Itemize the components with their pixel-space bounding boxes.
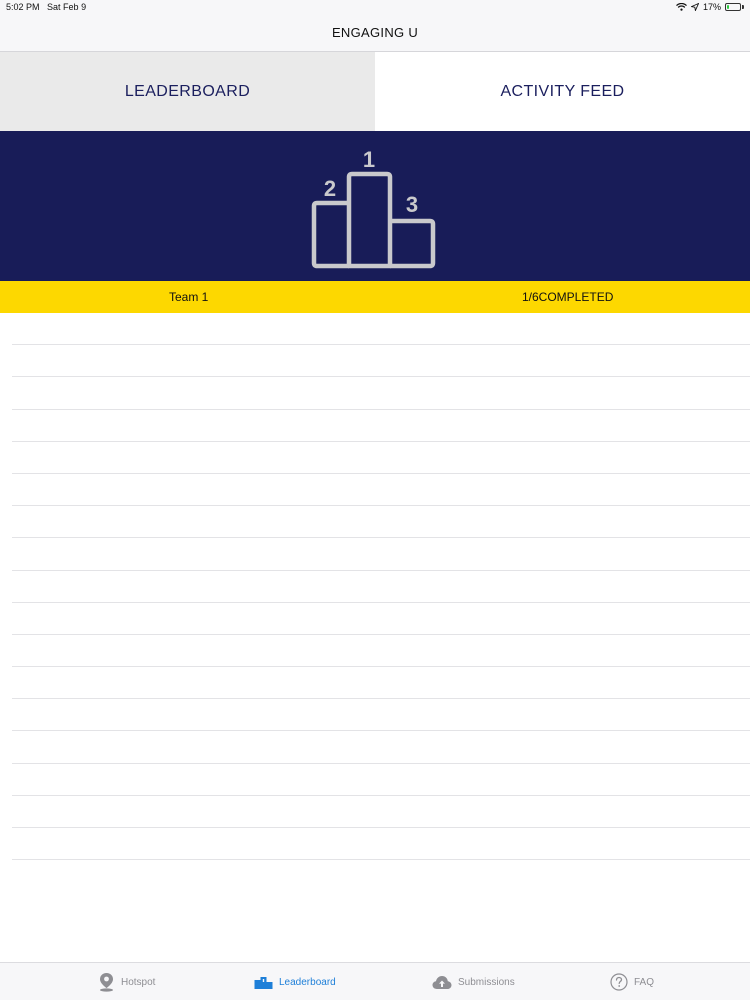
podium-first-label: 1 — [363, 147, 375, 172]
tabbar-item-submissions[interactable]: Submissions — [432, 963, 515, 1001]
status-time: 5:02 PM Sat Feb 9 — [6, 2, 86, 12]
podium-icon — [254, 977, 273, 989]
list-item — [12, 377, 750, 410]
tabbar-label-leaderboard: Leaderboard — [279, 976, 336, 988]
list-item — [12, 764, 750, 796]
location-arrow-icon — [690, 3, 699, 11]
leaderboard-list — [0, 313, 750, 861]
tabbar-item-leaderboard[interactable]: Leaderboard — [254, 963, 336, 1001]
list-item — [12, 538, 750, 571]
team-progress: 1/6COMPLETED — [522, 290, 614, 304]
status-time-text: 5:02 PM — [6, 2, 40, 12]
tabbar-label-hotspot: Hotspot — [121, 976, 156, 988]
team-name: Team 1 — [169, 290, 209, 304]
cloud-upload-icon — [432, 975, 452, 989]
question-circle-icon — [610, 973, 628, 991]
list-item — [12, 635, 750, 668]
segment-tabs: LEADERBOARD ACTIVITY FEED — [0, 52, 750, 131]
status-indicators: 17% — [676, 2, 744, 12]
list-item — [12, 474, 750, 507]
status-bar: 5:02 PM Sat Feb 9 17% — [0, 0, 750, 14]
nav-bar: ENGAGING U — [0, 14, 750, 52]
list-item — [12, 410, 750, 442]
tab-leaderboard-label: LEADERBOARD — [124, 82, 251, 100]
list-item — [12, 667, 750, 700]
tab-activity-feed[interactable]: ACTIVITY FEED — [375, 52, 750, 131]
battery-icon — [725, 3, 744, 11]
team-row[interactable]: Team 1 1/6COMPLETED — [0, 281, 750, 313]
list-item — [12, 442, 750, 474]
list-item — [12, 345, 750, 378]
tab-activity-feed-label: ACTIVITY FEED — [500, 82, 625, 100]
list-item — [12, 731, 750, 764]
tabbar-label-submissions: Submissions — [458, 976, 515, 988]
list-item — [12, 796, 750, 828]
tabbar-item-faq[interactable]: FAQ — [610, 963, 654, 1001]
battery-percent: 17% — [702, 2, 721, 12]
podium-icon: 1 2 3 — [311, 147, 436, 269]
podium-second-label: 2 — [324, 176, 336, 201]
status-date-text: Sat Feb 9 — [47, 2, 87, 12]
leaderboard-banner: 1 2 3 — [0, 131, 750, 281]
tab-leaderboard[interactable]: LEADERBOARD — [0, 52, 375, 131]
list-item — [12, 828, 750, 861]
list-item — [12, 313, 750, 346]
map-pin-icon — [100, 973, 113, 992]
tabbar-label-faq: FAQ — [634, 976, 655, 988]
wifi-icon — [676, 3, 687, 11]
page-title: ENGAGING U — [331, 25, 419, 40]
list-item — [12, 603, 750, 635]
list-item — [12, 699, 750, 732]
tabbar-item-hotspot[interactable]: Hotspot — [98, 963, 155, 1001]
list-item — [12, 571, 750, 603]
bottom-tab-bar: Hotspot Leaderboard Submissions FAQ — [0, 962, 750, 1000]
podium-third-label: 3 — [406, 192, 418, 217]
list-item — [12, 506, 750, 539]
